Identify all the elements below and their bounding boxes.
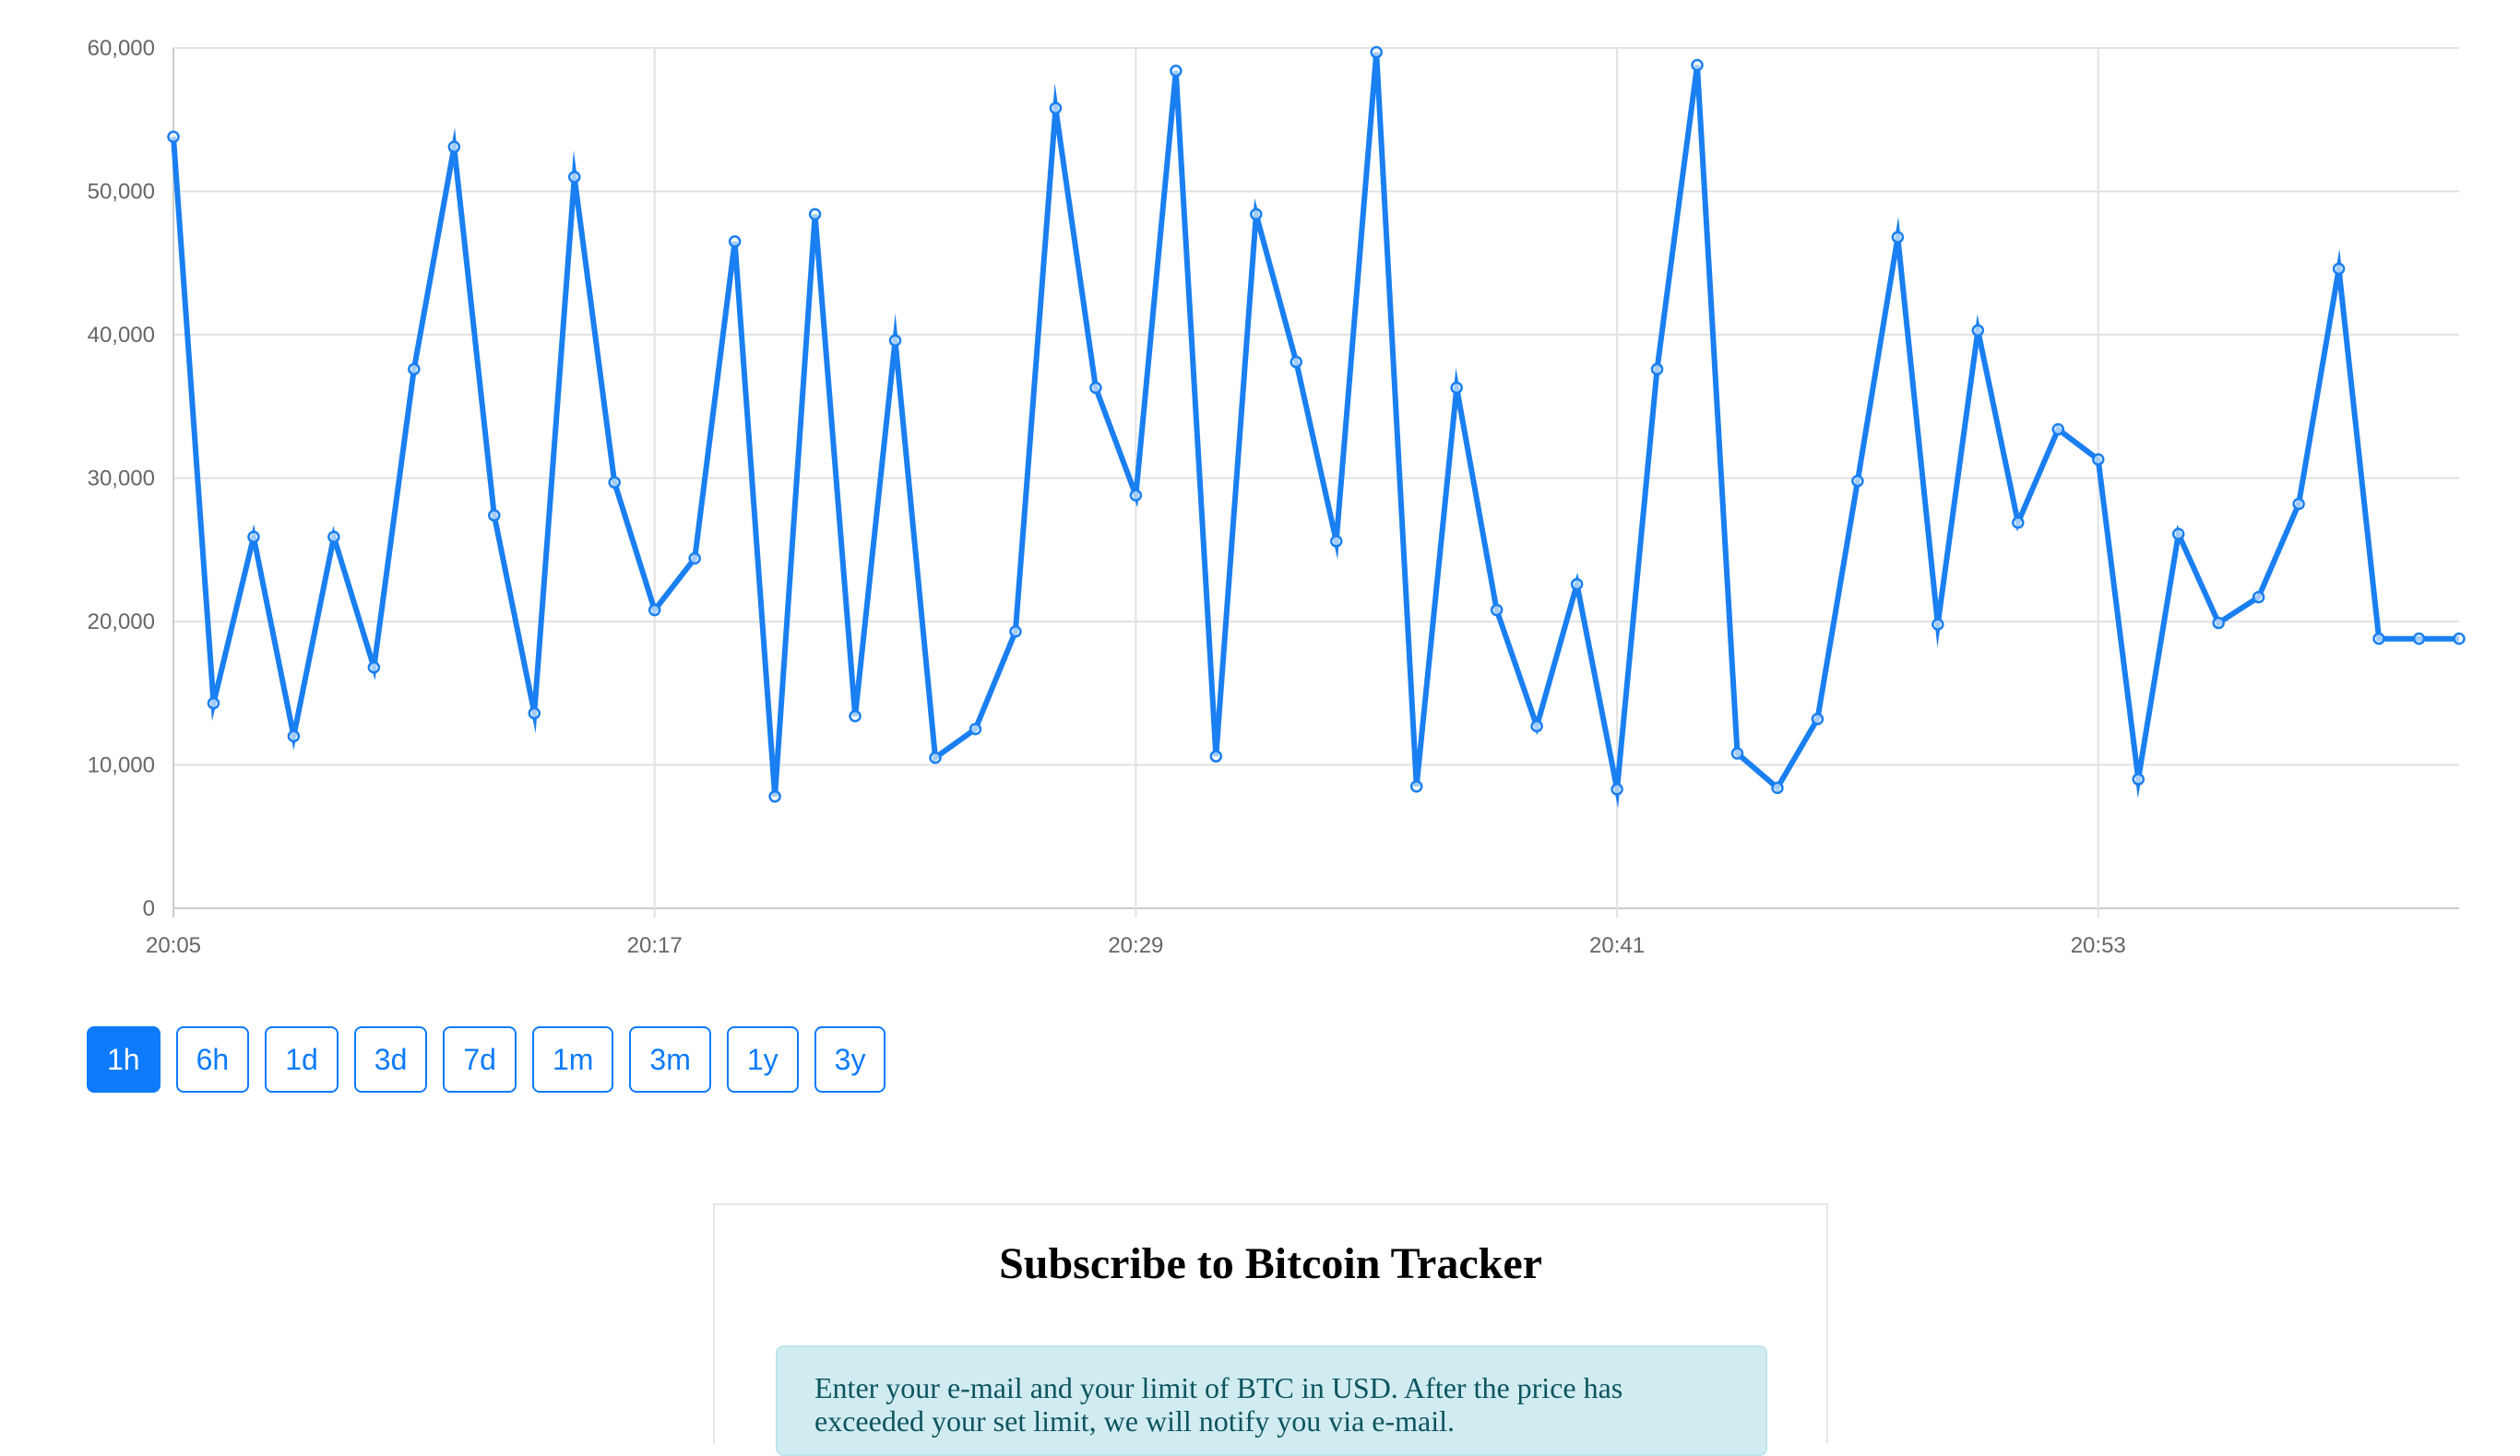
data-point bbox=[528, 706, 541, 720]
data-point bbox=[1730, 747, 1744, 760]
data-point bbox=[1049, 101, 1063, 115]
y-tick-label: 50,000 bbox=[88, 180, 155, 205]
y-tick-label: 40,000 bbox=[88, 323, 155, 348]
data-point bbox=[969, 722, 982, 736]
data-point bbox=[1932, 618, 1944, 631]
data-point bbox=[1971, 324, 1985, 337]
price-chart: 0 10,000 20,000 30,000 40,000 50,000 60,000 20:… bbox=[0, 0, 2520, 977]
data-point bbox=[608, 476, 621, 489]
data-point bbox=[447, 140, 461, 154]
y-tick-label: 30,000 bbox=[88, 467, 155, 491]
data-point bbox=[808, 207, 822, 221]
data-point bbox=[207, 696, 220, 710]
data-point bbox=[768, 789, 781, 803]
data-point bbox=[2132, 773, 2145, 786]
data-point bbox=[1490, 603, 1504, 617]
y-tick-label: 20,000 bbox=[88, 610, 155, 634]
price-line bbox=[171, 52, 2459, 809]
range-button-6h[interactable]: 6h bbox=[175, 1026, 250, 1093]
range-button-1y[interactable]: 1y bbox=[726, 1026, 799, 1093]
subscribe-title: Subscribe to Bitcoin Tracker bbox=[999, 1239, 1542, 1288]
time-range-selector: 1h 6h 1d 3d 7d 1m 3m 1y 3y bbox=[87, 1026, 886, 1093]
data-point bbox=[728, 235, 742, 248]
data-point bbox=[1611, 783, 1623, 796]
data-point bbox=[1370, 45, 1383, 59]
data-point bbox=[247, 530, 260, 544]
x-tick-label: 20:05 bbox=[146, 933, 201, 958]
data-point bbox=[1209, 750, 1223, 763]
range-button-1d[interactable]: 1d bbox=[265, 1026, 339, 1093]
data-point bbox=[1811, 712, 1825, 726]
range-button-1h[interactable]: 1h bbox=[87, 1026, 160, 1093]
data-point bbox=[2212, 616, 2225, 630]
info-alert: Enter your e-mail and your limit of BTC … bbox=[776, 1345, 1767, 1456]
data-point bbox=[1691, 58, 1704, 72]
data-point bbox=[1771, 781, 1784, 795]
data-point bbox=[1530, 719, 1543, 733]
data-point bbox=[1129, 489, 1143, 502]
range-button-1m[interactable]: 1m bbox=[531, 1026, 614, 1093]
data-point bbox=[408, 362, 421, 376]
x-tick-label: 20:29 bbox=[1108, 933, 1163, 958]
data-point bbox=[167, 130, 180, 144]
data-point bbox=[688, 551, 701, 565]
data-point bbox=[488, 509, 501, 522]
data-point bbox=[1290, 355, 1303, 369]
x-tick-label: 20:41 bbox=[1589, 933, 1645, 958]
data-point bbox=[888, 334, 902, 347]
data-point bbox=[1650, 362, 1664, 376]
data-point bbox=[1170, 65, 1183, 77]
data-point bbox=[2252, 590, 2265, 604]
data-point bbox=[1009, 625, 1022, 638]
data-point bbox=[1450, 381, 1463, 395]
y-tick-label: 0 bbox=[143, 896, 155, 921]
data-point bbox=[2292, 497, 2305, 511]
data-point bbox=[2332, 262, 2346, 276]
data-point bbox=[2012, 515, 2025, 529]
data-point bbox=[929, 751, 942, 764]
data-point bbox=[327, 530, 340, 544]
data-point bbox=[1570, 577, 1584, 591]
data-point bbox=[1089, 381, 1102, 395]
range-button-7d[interactable]: 7d bbox=[443, 1026, 517, 1093]
data-point bbox=[1891, 231, 1905, 244]
y-tick-label: 60,000 bbox=[88, 36, 155, 61]
data-point bbox=[2091, 453, 2105, 467]
data-point bbox=[1250, 207, 1263, 221]
data-point bbox=[2372, 632, 2385, 645]
data-point bbox=[2412, 632, 2426, 645]
x-tick-label: 20:17 bbox=[627, 933, 683, 958]
data-point bbox=[567, 171, 581, 183]
data-point bbox=[367, 661, 381, 674]
data-point bbox=[1329, 535, 1343, 548]
data-point bbox=[1851, 474, 1864, 488]
range-button-3y[interactable]: 3y bbox=[814, 1026, 886, 1093]
subscribe-card: Subscribe to Bitcoin Tracker Enter your … bbox=[713, 1203, 1828, 1456]
data-point bbox=[648, 603, 661, 617]
range-button-3d[interactable]: 3d bbox=[353, 1026, 428, 1093]
data-point bbox=[1409, 780, 1423, 793]
data-point bbox=[2453, 632, 2466, 645]
data-point bbox=[287, 729, 301, 743]
data-point bbox=[849, 709, 862, 723]
data-point bbox=[2051, 422, 2065, 436]
y-tick-label: 10,000 bbox=[88, 753, 155, 778]
data-point bbox=[2171, 527, 2185, 540]
range-button-3m[interactable]: 3m bbox=[629, 1026, 711, 1093]
price-chart-svg: 0 10,000 20,000 30,000 40,000 50,000 60,000 20:… bbox=[88, 36, 2466, 958]
x-tick-label: 20:53 bbox=[2071, 933, 2126, 958]
